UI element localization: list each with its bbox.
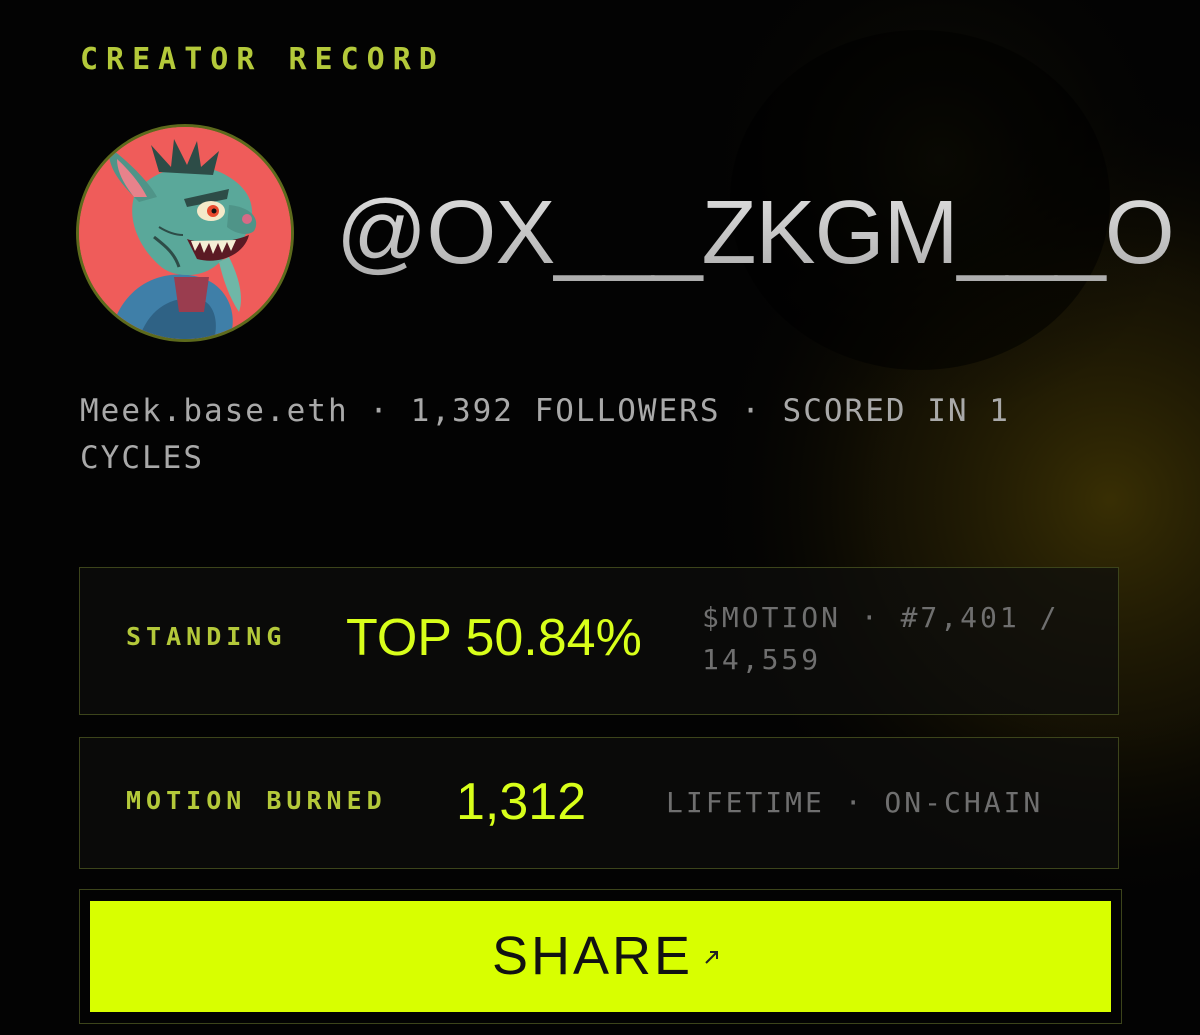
motion-burned-value: 1,312 bbox=[456, 773, 587, 831]
motion-burned-label: MOTION BURNED bbox=[126, 786, 387, 815]
arrow-up-right-icon bbox=[705, 951, 718, 964]
standing-value: TOP 50.84% bbox=[346, 609, 642, 667]
standing-label: STANDING bbox=[126, 622, 287, 651]
page-eyebrow: CREATOR RECORD bbox=[80, 42, 445, 77]
motion-burned-card: MOTION BURNED 1,312 LIFETIME · ON-CHAIN bbox=[79, 737, 1119, 869]
avatar bbox=[76, 124, 294, 342]
standing-card: STANDING TOP 50.84% $MOTION · #7,401 / 1… bbox=[79, 567, 1119, 715]
profile-handle: @OX___ZKGM___O bbox=[336, 178, 1175, 288]
motion-burned-note: LIFETIME · ON-CHAIN bbox=[666, 786, 1044, 819]
profile-meta: Meek.base.eth · 1,392 FOLLOWERS · SCORED… bbox=[80, 393, 1010, 476]
share-button-frame: SHARE bbox=[79, 889, 1122, 1024]
creator-record-page: CREATOR RECORD @OX___ZKGM___O Meek.base.… bbox=[0, 0, 1200, 1035]
share-button-label: SHARE bbox=[492, 926, 694, 986]
goblin-avatar-icon bbox=[79, 127, 291, 339]
share-button[interactable]: SHARE bbox=[90, 901, 1111, 1012]
standing-note: $MOTION · #7,401 / 14,559 bbox=[702, 601, 1060, 676]
